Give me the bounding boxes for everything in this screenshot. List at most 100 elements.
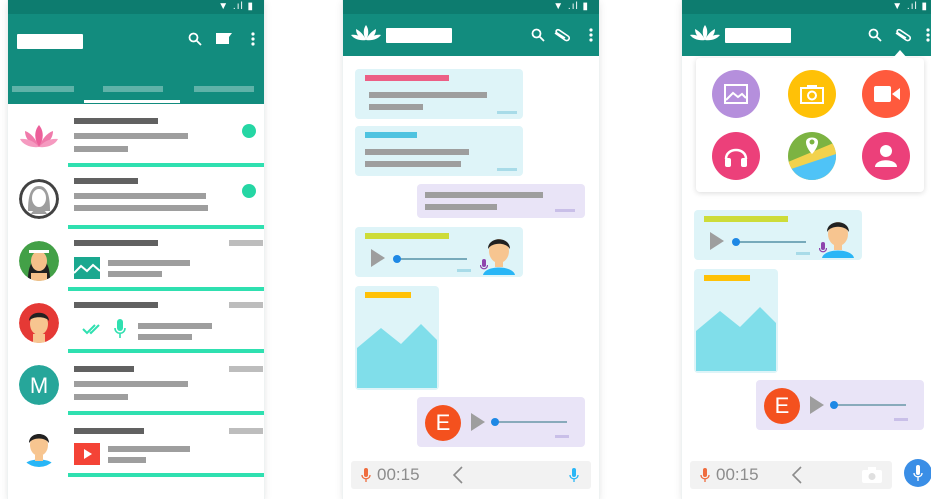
message-time-line (457, 269, 471, 272)
attachment-menu (696, 50, 924, 192)
message-preview-line (138, 323, 212, 329)
voice-progress-knob[interactable] (732, 238, 740, 246)
mic-send-button[interactable] (904, 459, 931, 487)
message-input-bar[interactable]: 00:15 (351, 461, 591, 489)
location-button[interactable] (788, 132, 836, 180)
chat-list-item[interactable] (8, 167, 264, 229)
unread-badge (242, 184, 256, 198)
chat-list-item[interactable] (8, 105, 264, 167)
mic-icon (114, 319, 126, 338)
message-preview-line (108, 446, 190, 452)
timestamp-line (229, 428, 263, 434)
play-icon[interactable] (371, 249, 385, 267)
chat-list-item[interactable]: M (8, 353, 264, 415)
message-time-line (796, 252, 810, 255)
image-preview[interactable] (696, 297, 776, 371)
search-icon[interactable] (188, 32, 202, 46)
status-icons: ▼ .ıl ▮ (218, 1, 254, 12)
active-tab-indicator (84, 100, 180, 103)
tab-chats[interactable] (12, 86, 74, 92)
message-text-line (365, 161, 461, 167)
message-input-bar[interactable]: 00:15 (690, 461, 892, 489)
chevron-left-icon[interactable] (453, 466, 463, 484)
play-icon[interactable] (471, 413, 485, 431)
message-time-line (555, 209, 575, 212)
message-preview-line (74, 381, 188, 387)
camera-button[interactable] (788, 70, 836, 118)
message-preview-line (108, 260, 190, 266)
app-bar (8, 14, 264, 104)
paperclip-icon[interactable] (553, 28, 571, 42)
camera-icon[interactable] (862, 467, 882, 483)
mic-icon[interactable] (569, 468, 579, 482)
video-button[interactable] (862, 70, 910, 118)
chat-title-placeholder (386, 28, 452, 43)
chevron-left-icon[interactable] (792, 466, 802, 484)
voice-progress-knob[interactable] (830, 401, 838, 409)
voice-progress-track[interactable] (834, 404, 906, 406)
outgoing-message[interactable] (417, 184, 585, 218)
message-preview-line (74, 205, 208, 211)
profile-avatar (19, 303, 59, 343)
mic-icon (913, 465, 923, 481)
status-icons: ▼ .ıl ▮ (553, 1, 589, 12)
tab-calls[interactable] (194, 86, 254, 92)
image-preview[interactable] (357, 314, 437, 388)
incoming-image-message[interactable] (355, 286, 439, 390)
voice-sender-avatar: E (764, 388, 800, 424)
phone-chat-list: ▼ .ıl ▮ M (8, 0, 264, 499)
profile-avatar (19, 179, 59, 219)
voice-progress-knob[interactable] (491, 418, 499, 426)
gallery-button[interactable] (712, 70, 760, 118)
paperclip-icon[interactable] (894, 28, 912, 42)
incoming-voice-message[interactable] (694, 210, 862, 260)
voice-progress-track[interactable] (495, 421, 567, 423)
double-check-icon (82, 324, 100, 335)
chat-list-item[interactable] (8, 291, 264, 353)
contact-name-line (74, 178, 138, 184)
lotus-logo-icon (690, 25, 720, 41)
phone-chat-attach: ▼ .ıl ▮ E 00:15 (682, 0, 931, 499)
incoming-message[interactable] (355, 69, 523, 119)
contact-name-line (74, 302, 158, 308)
contact-button[interactable] (862, 132, 910, 180)
more-vert-icon[interactable] (251, 32, 255, 46)
play-icon[interactable] (810, 396, 824, 414)
audio-button[interactable] (712, 132, 760, 180)
voice-progress-track[interactable] (395, 258, 467, 260)
message-text-line (425, 192, 543, 198)
outgoing-voice-message[interactable]: E (417, 397, 585, 447)
chat-list-item[interactable] (8, 229, 264, 291)
message-preview-line (74, 133, 188, 139)
mic-icon (700, 468, 710, 482)
incoming-message[interactable] (355, 126, 523, 176)
voice-progress-knob[interactable] (393, 255, 401, 263)
message-preview-line (138, 334, 192, 340)
message-time-line (497, 168, 517, 171)
sender-name-line (365, 132, 417, 138)
message-text-line (365, 149, 469, 155)
chat-list-item[interactable] (8, 415, 264, 477)
more-vert-icon[interactable] (926, 28, 930, 42)
chat-title-placeholder (725, 28, 791, 43)
recording-time: 00:15 (377, 465, 420, 484)
new-chat-icon[interactable] (216, 33, 232, 46)
search-icon[interactable] (868, 28, 882, 42)
play-icon[interactable] (710, 232, 724, 250)
outgoing-voice-message[interactable]: E (756, 380, 924, 430)
lotus-logo-icon (351, 25, 381, 41)
voice-progress-track[interactable] (734, 241, 806, 243)
status-bar: ▼ .ıl ▮ (343, 0, 599, 14)
incoming-image-message[interactable] (694, 269, 778, 373)
search-icon[interactable] (531, 28, 545, 42)
message-preview-line (74, 146, 128, 152)
profile-avatar (19, 241, 59, 281)
voice-sender-avatar: E (425, 405, 461, 441)
message-time-line (555, 435, 569, 438)
status-icons: ▼ .ıl ▮ (892, 1, 928, 12)
tab-status[interactable] (103, 86, 163, 92)
more-vert-icon[interactable] (589, 28, 593, 42)
message-time-line (894, 418, 908, 421)
incoming-voice-message[interactable] (355, 227, 523, 277)
initial-avatar: M (19, 365, 59, 405)
